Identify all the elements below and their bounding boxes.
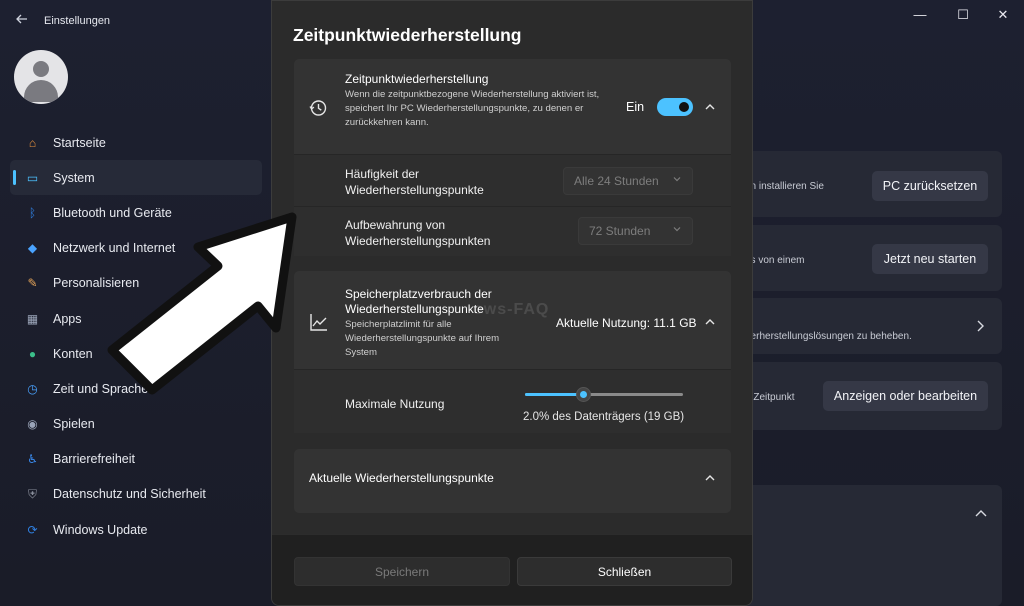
- chevron-right-icon: [975, 319, 985, 336]
- close-window-button[interactable]: ✕: [988, 6, 1018, 24]
- sidebar-item-label: Apps: [53, 311, 82, 326]
- sidebar-item-label: Spielen: [53, 417, 95, 432]
- close-button[interactable]: Schließen: [517, 557, 732, 586]
- restore-toggle[interactable]: [657, 98, 693, 116]
- gamepad-icon: ◉: [27, 417, 38, 432]
- retention-label: Aufbewahrung von Wiederherstellungspunkt…: [345, 217, 490, 249]
- accessibility-icon: ♿: [27, 452, 38, 467]
- chevron-up-icon: [974, 506, 988, 521]
- storage-card-description: Speicherplatzlimit für alle Wiederherste…: [345, 319, 500, 358]
- max-usage-slider[interactable]: [525, 387, 683, 402]
- sidebar-item-label: Datenschutz und Sicherheit: [53, 487, 206, 502]
- clock-language-icon: ◷: [27, 381, 38, 396]
- sidebar-item[interactable]: ♿ Barrierefreiheit: [10, 442, 262, 477]
- minimize-button[interactable]: —: [905, 6, 935, 24]
- chevron-up-icon[interactable]: [703, 471, 717, 485]
- avatar[interactable]: [14, 50, 68, 104]
- retention-dropdown[interactable]: 72 Stunden: [578, 217, 693, 245]
- troubleshoot-card[interactable]: [735, 298, 1002, 354]
- collapsed-card[interactable]: [735, 485, 1002, 606]
- frequency-dropdown[interactable]: Alle 24 Stunden: [563, 167, 693, 195]
- restart-text: ns von einem: [745, 255, 805, 266]
- reset-text: nn installieren Sie: [745, 181, 824, 192]
- sidebar-item[interactable]: ◉ Spielen: [10, 407, 262, 442]
- frequency-label-line1: Häufigkeit der: [345, 167, 420, 181]
- app-title: Einstellungen: [44, 15, 111, 27]
- system-icon: ▭: [26, 170, 39, 185]
- troubleshoot-text: derherstellungslösungen zu beheben.: [745, 331, 912, 342]
- storage-title-line2: Wiederherstellungspunkte: [345, 302, 484, 316]
- brush-icon: ✎: [27, 276, 38, 291]
- max-usage-caption: 2.0% des Datenträgers (19 GB): [523, 411, 685, 423]
- sidebar-item-label: Startseite: [53, 135, 106, 150]
- maximize-button[interactable]: ☐: [948, 6, 978, 24]
- save-button[interactable]: Speichern: [294, 557, 510, 586]
- avatar-head-icon: [33, 61, 49, 77]
- frequency-value: Alle 24 Stunden: [574, 174, 659, 188]
- toggle-knob: [679, 102, 689, 112]
- bluetooth-icon: ᛒ: [28, 205, 37, 220]
- sidebar-item[interactable]: ⛨ Datenschutz und Sicherheit: [10, 477, 262, 512]
- chevron-up-icon[interactable]: [703, 100, 717, 114]
- back-arrow-icon[interactable]: [12, 12, 32, 32]
- retention-label-line1: Aufbewahrung von: [345, 218, 446, 232]
- view-edit-button[interactable]: Anzeigen oder bearbeiten: [823, 381, 988, 411]
- retention-value: 72 Stunden: [589, 224, 651, 238]
- sidebar-item-label: Windows Update: [53, 522, 148, 537]
- shield-icon: ⛨: [27, 486, 37, 501]
- frequency-label-line2: Wiederherstellungspunkte: [345, 183, 484, 197]
- restore-card-title: Zeitpunktwiederherstellung: [345, 72, 489, 86]
- storage-title-line1: Speicherplatzverbrauch der: [345, 287, 492, 301]
- current-usage-label: Aktuelle Nutzung: 11.1 GB: [556, 316, 697, 330]
- reset-pc-button[interactable]: PC zurücksetzen: [872, 171, 988, 201]
- dialog-title: Zeitpunktwiederherstellung: [293, 25, 522, 45]
- sidebar-item[interactable]: ⟳ Windows Update: [10, 512, 262, 547]
- sidebar-item[interactable]: ▭ System: [10, 160, 262, 196]
- restore-dialog: Zeitpunktwiederherstellung Zeitpunktwied…: [271, 0, 753, 606]
- max-usage-label: Maximale Nutzung: [345, 397, 445, 411]
- pointer-arrow-icon: [107, 212, 297, 395]
- sidebar-item-label: System: [53, 170, 95, 185]
- retention-label-line2: Wiederherstellungspunkten: [345, 234, 491, 248]
- frequency-label: Häufigkeit der Wiederherstellungspunkte: [345, 166, 484, 198]
- watermark: ows-FAQ: [473, 301, 550, 318]
- storage-card-title: Speicherplatzverbrauch der Wiederherstel…: [345, 287, 492, 317]
- sidebar-item-label: Konten: [53, 346, 93, 361]
- chart-line-icon: [309, 312, 329, 332]
- sidebar-item[interactable]: ⌂ Startseite: [10, 125, 262, 160]
- restore-history-icon: [308, 98, 328, 118]
- account-icon: ●: [28, 346, 37, 361]
- wifi-icon: ◆: [27, 241, 38, 256]
- avatar-body-icon: [24, 80, 58, 102]
- sidebar-item-label: Barrierefreiheit: [53, 452, 135, 467]
- home-icon: ⌂: [28, 135, 37, 150]
- chevron-down-icon: [672, 224, 682, 237]
- update-icon: ⟳: [27, 522, 38, 537]
- apps-icon: ▦: [26, 311, 39, 326]
- restart-now-button[interactable]: Jetzt neu starten: [872, 244, 988, 274]
- slider-fill: [525, 393, 584, 396]
- restore-card-description: Wenn die zeitpunktbezogene Wiederherstel…: [345, 89, 600, 128]
- current-points-title: Aktuelle Wiederherstellungspunkte: [309, 471, 494, 485]
- toggle-state-label: Ein: [626, 100, 645, 114]
- chevron-down-icon: [672, 174, 682, 187]
- dialog-footer: Speichern Schließen: [272, 534, 752, 605]
- chevron-up-icon[interactable]: [703, 315, 717, 329]
